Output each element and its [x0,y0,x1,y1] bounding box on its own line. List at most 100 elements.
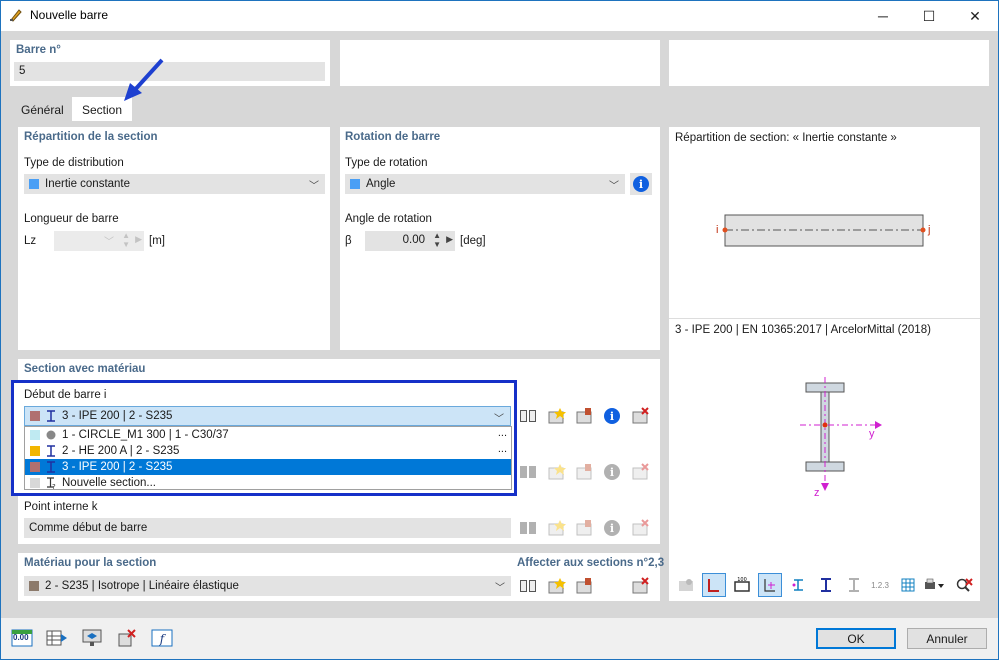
section-outline-button[interactable] [702,573,726,597]
rotation-type-select[interactable]: Angle ﹀ [345,174,625,194]
book-icon [520,466,536,478]
annotation-arrow [124,58,164,101]
new-section-icon: ? [47,477,56,489]
new-icon [548,520,566,536]
bar-number-label: Barre n° [16,44,61,56]
delete-icon [632,519,649,536]
cancel-button[interactable]: Annuler [907,628,987,649]
i-section-button[interactable] [814,573,838,597]
dimensions-icon: 100 [734,577,750,592]
svg-text:?: ? [52,483,56,489]
section-info-button[interactable]: i [601,405,623,427]
internal-point-select[interactable]: Comme début de barre [24,518,511,538]
library-button-internal [517,517,539,539]
view-button[interactable] [80,626,104,650]
preview-panel [669,127,980,601]
dimensions-button[interactable]: 100 [730,573,754,597]
axes-button[interactable] [758,573,782,597]
rotation-type-value: Angle [366,178,396,190]
info-icon: i [604,520,620,536]
node-i-marker [722,227,728,233]
display-settings-button[interactable] [674,573,698,597]
print-button[interactable] [922,573,946,597]
edit-section-button[interactable] [573,405,595,427]
chevron-down-icon: ﹀ [609,181,619,192]
window-title: Nouvelle barre [30,8,109,22]
section-distribution-header: Répartition de la section [24,131,158,143]
delete-material-button[interactable] [629,575,651,597]
i-beam-icon [47,445,55,457]
distribution-type-select[interactable]: Inertie constante ﹀ [24,174,325,194]
stress-points-button[interactable] [786,573,810,597]
list-item-selected[interactable]: 3 - IPE 200 | 2 - S235 [25,459,511,475]
svg-text:100: 100 [737,577,747,583]
option-color-swatch [30,462,40,472]
rotation-color-swatch [350,179,360,189]
edit-icon [576,408,592,424]
rotation-type-label: Type de rotation [345,157,428,169]
delete-section-button[interactable] [629,405,651,427]
list-item[interactable]: ? Nouvelle section... [25,475,511,491]
book-icon [520,410,536,422]
axis-y-label: y [869,428,875,440]
chevron-down-icon: ﹀ [494,414,504,425]
info-button[interactable]: i [630,173,652,195]
option-label: 3 - IPE 200 | 2 - S235 [62,461,173,473]
new-icon [548,578,566,594]
edit-material-button[interactable] [573,575,595,597]
section-color-swatch [30,411,40,421]
assign-sections-label: Affecter aux sections n°2,3 [517,557,665,569]
i-section-gray-button[interactable] [842,573,866,597]
ok-button[interactable]: OK [816,628,896,649]
more-dots: ... [497,427,507,439]
tab-general[interactable]: Général [11,99,74,121]
table-button[interactable] [45,626,69,650]
delete-section-button-internal [629,517,651,539]
list-item[interactable]: 1 - CIRCLE_M1 300 | 1 - C30/37 ... [25,427,511,443]
start-section-value: 3 - IPE 200 | 2 - S235 [62,410,173,422]
circle-icon [46,430,56,440]
edit-icon [576,520,592,536]
material-library-button[interactable] [517,575,539,597]
delete-icon [632,463,649,480]
distribution-type-value: Inertie constante [45,178,131,190]
arrow-right-icon[interactable]: ▶ [446,234,453,245]
maximize-button[interactable]: ☐ [906,1,952,31]
start-section-select[interactable]: 3 - IPE 200 | 2 - S235 ﹀ [24,406,511,426]
material-select[interactable]: 2 - S235 | Isotrope | Linéaire élastique… [24,576,511,596]
axis-z-label: z [814,487,820,499]
distribution-color-swatch [29,179,39,189]
list-item[interactable]: 2 - HE 200 A | 2 - S235 ... [25,443,511,459]
new-section-button[interactable] [545,405,567,427]
edit-icon [576,578,592,594]
axes-icon [764,579,775,592]
empty-panel-2 [340,40,660,86]
node-j-label: j [928,224,931,236]
print-icon [925,578,944,589]
new-section-button-internal [545,517,567,539]
chevron-down-icon: ﹀ [104,237,114,248]
more-dots: ... [497,443,507,455]
close-button[interactable]: ✕ [952,1,998,31]
spin-icon[interactable]: ▲ ▼ [433,231,441,249]
rotation-angle-field[interactable]: 0.00 ▲ ▼ ▶ [365,231,455,251]
numbering-button[interactable]: 1.2.3 [868,573,892,597]
settings-icon [679,579,693,591]
rotation-header: Rotation de barre [345,131,441,143]
info-icon: i [604,464,620,480]
book-icon [520,522,536,534]
i-beam-icon [821,578,831,592]
units-label: 0.00 [13,633,29,642]
bar-length-unit: [m] [149,235,165,247]
new-material-button[interactable] [545,575,567,597]
book-icon [520,580,536,592]
library-button[interactable] [517,405,539,427]
reset-view-button[interactable] [952,573,976,597]
edit-section-button-internal [573,517,595,539]
edit-icon [576,464,592,480]
option-color-swatch [30,446,40,456]
minimize-button[interactable]: ─ [860,1,906,31]
formula-button[interactable]: f [150,626,174,650]
grid-button[interactable] [896,573,920,597]
delete-object-button[interactable] [115,626,139,650]
